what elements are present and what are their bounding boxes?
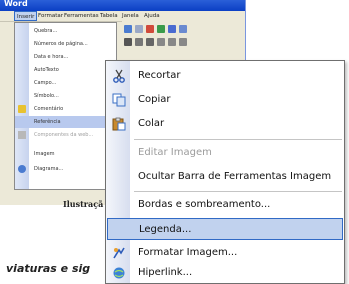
diagram-icon [18, 165, 26, 173]
insert-menu-item[interactable]: Imagem [15, 148, 116, 160]
insert-menu-item[interactable]: Diagrama... [15, 163, 116, 175]
menu-item-edit-picture[interactable]: Editar Imagem [107, 142, 343, 164]
columns-icon[interactable] [168, 25, 176, 33]
menu-item-label: Editar Imagem [138, 147, 212, 158]
menu-ajuda[interactable]: Ajuda [142, 11, 162, 21]
insert-menu-item[interactable]: Campo... [15, 77, 116, 89]
menu-item-format-picture[interactable]: Formatar Imagem... [107, 242, 343, 264]
insert-menu-item-label: Números de página... [34, 41, 88, 47]
menu-item-hide-picture-toolbar[interactable]: Ocultar Barra de Ferramentas Imagem [107, 166, 343, 188]
toolbar [122, 21, 245, 57]
insert-menu-item-label: Quebra... [34, 28, 58, 34]
insert-menu-item[interactable]: Símbolo... [15, 90, 116, 102]
title-bar: Word [0, 0, 245, 11]
table-icon[interactable] [157, 25, 165, 33]
insert-menu-item[interactable]: Números de página... [15, 38, 116, 50]
insert-menu-item-label: Componentes da web... [34, 132, 94, 138]
insert-menu-item-label: Data e hora... [34, 54, 69, 60]
bold-icon[interactable] [124, 38, 132, 46]
web-component-icon [18, 131, 26, 139]
toolbar-row-1 [124, 23, 187, 35]
document-text: viaturas e sig [6, 262, 91, 275]
align-center-icon[interactable] [168, 38, 176, 46]
undo-icon[interactable] [124, 25, 132, 33]
insert-menu-item-label: Campo... [34, 80, 57, 86]
underline-icon[interactable] [146, 38, 154, 46]
menu-inserir[interactable]: Inserir [14, 11, 38, 21]
insert-menu-item-label: Símbolo... [34, 93, 59, 99]
menu-item-cut[interactable]: Recortar [107, 65, 343, 87]
menu-separator [134, 139, 342, 140]
italic-icon[interactable] [135, 38, 143, 46]
align-left-icon[interactable] [157, 38, 165, 46]
insert-menu-item[interactable]: Data e hora... [15, 51, 116, 63]
menu-item-hyperlink[interactable]: Hiperlink... [107, 262, 343, 284]
menu-item-label: Formatar Imagem... [138, 247, 238, 258]
insert-menu-item-reference[interactable]: Referência [15, 116, 116, 128]
figure-caption: Ilustraçã [63, 199, 104, 209]
toolbar-row-2 [124, 36, 187, 48]
copy-icon [112, 93, 126, 107]
redo-icon[interactable] [135, 25, 143, 33]
insert-menu: Quebra... Números de página... Data e ho… [14, 22, 117, 190]
scissors-icon [113, 69, 125, 83]
menu-item-copy[interactable]: Copiar [107, 89, 343, 111]
insert-menu-item-label: AutoTexto [34, 67, 59, 73]
insert-menu-item-label: Diagrama... [34, 166, 64, 172]
menu-item-label: Recortar [138, 70, 181, 81]
menu-item-paste[interactable]: Colar [107, 113, 343, 135]
menu-ferramentas[interactable]: Ferramentas [62, 11, 101, 21]
insert-menu-item[interactable]: Quebra... [15, 25, 116, 37]
insert-menu-item-label: Referência [34, 119, 61, 125]
menu-item-label: Bordas e sombreamento... [138, 199, 271, 210]
menu-item-label: Colar [138, 118, 165, 129]
align-right-icon[interactable] [179, 38, 187, 46]
menu-item-label: Hiperlink... [138, 267, 193, 278]
menu-separator [134, 191, 342, 192]
insert-menu-item-label: Imagem [34, 151, 55, 157]
menu-item-label: Ocultar Barra de Ferramentas Imagem [138, 171, 332, 182]
comment-icon [18, 105, 26, 113]
paste-icon [112, 117, 126, 131]
drawing-icon[interactable] [179, 25, 187, 33]
format-picture-icon [113, 247, 125, 259]
menu-formatar[interactable]: Formatar [36, 11, 65, 21]
menu-item-borders-shading[interactable]: Bordas e sombreamento... [107, 194, 343, 216]
window-title: Word [4, 0, 28, 8]
menu-item-label: Copiar [138, 94, 171, 105]
menu-item-caption[interactable]: Legenda... [107, 218, 343, 240]
hyperlink-icon [113, 267, 125, 279]
menu-tabela[interactable]: Tabela [98, 11, 120, 21]
insert-menu-item[interactable]: AutoTexto [15, 64, 116, 76]
insert-menu-item[interactable]: Comentário [15, 103, 116, 115]
insert-menu-item-label: Comentário [34, 106, 64, 112]
menu-janela[interactable]: Janela [120, 11, 141, 21]
insert-icon[interactable] [146, 25, 154, 33]
insert-menu-item[interactable]: Componentes da web... [15, 129, 116, 141]
context-menu: Recortar Copiar Colar Editar Imagem Ocul… [105, 60, 345, 284]
menu-item-label: Legenda... [139, 224, 192, 235]
